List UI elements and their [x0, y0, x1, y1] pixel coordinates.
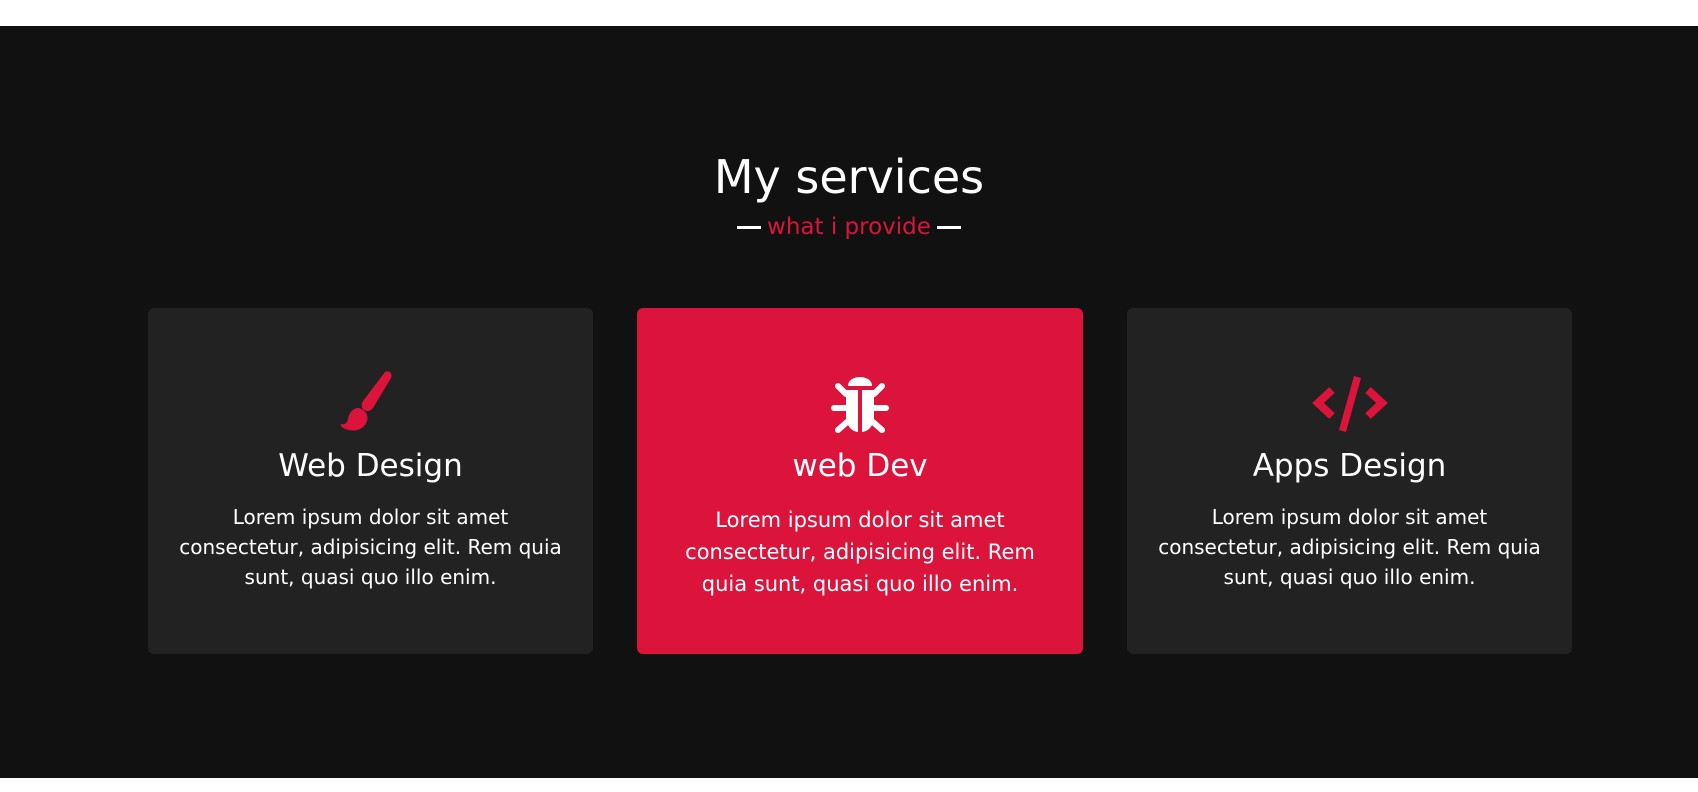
subtitle-dash-left	[737, 226, 762, 230]
service-card-web-dev[interactable]: web Dev Lorem ipsum dolor sit amet conse…	[637, 308, 1083, 654]
code-icon	[1308, 368, 1392, 438]
card-description: Lorem ipsum dolor sit amet consectetur, …	[1158, 505, 1541, 589]
service-card-apps-design[interactable]: Apps Design Lorem ipsum dolor sit amet c…	[1127, 308, 1572, 654]
section-title: My services	[713, 150, 985, 204]
card-title: web Dev	[792, 448, 928, 484]
service-card-web-design[interactable]: Web Design Lorem ipsum dolor sit amet co…	[148, 308, 593, 654]
card-title: Apps Design	[1252, 448, 1447, 484]
card-description: Lorem ipsum dolor sit amet consectetur, …	[179, 505, 562, 589]
bug-icon	[818, 368, 902, 438]
card-description: Lorem ipsum dolor sit amet consectetur, …	[685, 508, 1035, 596]
subtitle-dash-right	[936, 226, 961, 230]
paint-brush-icon	[329, 368, 413, 438]
subtitle-text: what i provide	[767, 214, 931, 240]
card-title: Web Design	[278, 448, 463, 484]
section-subtitle: what i provide	[0, 214, 1698, 242]
services-section: My services what i provide Web Design Lo…	[0, 26, 1698, 778]
